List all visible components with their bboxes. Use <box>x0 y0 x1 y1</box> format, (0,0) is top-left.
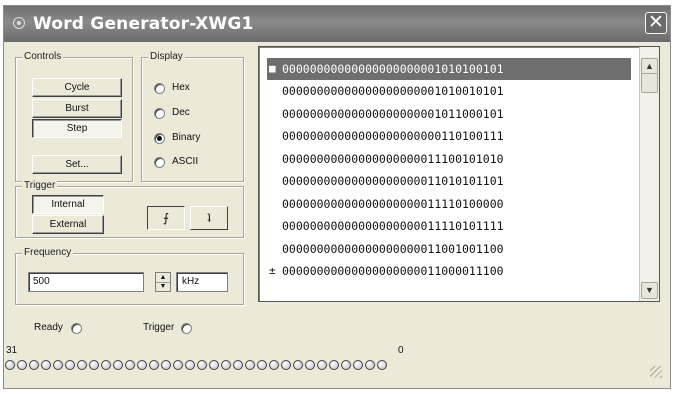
word-value: 00000000000000000000001010010101 <box>282 84 504 98</box>
radio-button[interactable] <box>154 83 165 94</box>
bit-led <box>113 360 123 370</box>
word-list[interactable]: ■ 00000000000000000000001010100101 00000… <box>258 46 660 302</box>
word-value: 00000000000000000000011000011100 <box>282 264 504 278</box>
bit-led <box>41 360 51 370</box>
bit-led <box>197 360 207 370</box>
internal-trigger-button[interactable]: Internal <box>32 195 104 214</box>
word-row[interactable]: 00000000000000000000001011000101 <box>267 103 631 125</box>
bit-led <box>185 360 195 370</box>
word-value: 00000000000000000000011100101010 <box>282 152 504 166</box>
window-title: Word Generator-XWG1 <box>33 14 254 34</box>
bit-led <box>293 360 303 370</box>
word-row[interactable]: 00000000000000000000011100101010 <box>267 148 631 170</box>
word-value: 00000000000000000000011110101111 <box>282 219 504 233</box>
word-value: 00000000000000000000001010100101 <box>282 62 504 76</box>
bit-led <box>245 360 255 370</box>
display-group-label: Display <box>148 51 185 62</box>
display-option-label: Binary <box>172 132 201 143</box>
word-value: 00000000000000000000000110100111 <box>282 129 504 143</box>
bit-led <box>353 360 363 370</box>
bit-led-row <box>5 360 389 371</box>
radio-button[interactable] <box>154 133 165 144</box>
bit-led <box>317 360 327 370</box>
bit-led <box>149 360 159 370</box>
title-bar[interactable]: Word Generator-XWG1 ✕ <box>4 6 670 42</box>
display-option-label: Hex <box>172 82 190 93</box>
bit-led <box>377 360 387 370</box>
app-icon <box>13 17 25 29</box>
external-trigger-button[interactable]: External <box>32 215 104 234</box>
trigger-group-label: Trigger <box>22 180 58 191</box>
spin-down-icon[interactable]: ▼ <box>156 282 170 291</box>
ready-indicator <box>71 323 82 334</box>
word-value: 00000000000000000000001011000101 <box>282 107 504 121</box>
bit-led <box>5 360 15 370</box>
bit-led <box>209 360 219 370</box>
scroll-down-icon[interactable]: ▼ <box>641 282 658 299</box>
frequency-spinner[interactable]: ▲ ▼ <box>155 272 171 292</box>
bit-led <box>305 360 315 370</box>
frequency-input[interactable]: 500 <box>28 272 144 292</box>
word-value: 00000000000000000000011010101101 <box>282 174 504 188</box>
word-row[interactable]: 00000000000000000000011110101111 <box>267 215 631 237</box>
rising-edge-button[interactable]: ⨍ <box>147 206 185 230</box>
radio-button[interactable] <box>154 108 165 119</box>
bit-led <box>17 360 27 370</box>
word-row[interactable]: 00000000000000000000011001001100 <box>267 238 631 260</box>
bit-led <box>65 360 75 370</box>
bit-led <box>29 360 39 370</box>
falling-edge-button[interactable]: ʇ <box>190 206 228 230</box>
bit-led <box>341 360 351 370</box>
cycle-button[interactable]: Cycle <box>32 78 122 97</box>
msb-label: 31 <box>6 345 18 356</box>
word-value: 00000000000000000000011110100000 <box>282 197 504 211</box>
bit-led <box>329 360 339 370</box>
final-marker-icon: ± <box>269 264 276 277</box>
word-row[interactable]: ■ 00000000000000000000001010100101 <box>267 58 631 80</box>
set-button[interactable]: Set... <box>32 155 122 174</box>
bit-led <box>53 360 63 370</box>
ready-label: Ready <box>34 322 63 333</box>
trigger-status-label: Trigger <box>143 322 175 333</box>
word-row[interactable]: 00000000000000000000011110100000 <box>267 193 631 215</box>
lsb-label: 0 <box>398 345 404 356</box>
bit-led <box>281 360 291 370</box>
word-row[interactable]: ± 00000000000000000000011000011100 <box>267 260 631 282</box>
controls-group-label: Controls <box>22 51 64 62</box>
word-value: 00000000000000000000011001001100 <box>282 242 504 256</box>
bit-led <box>173 360 183 370</box>
bit-led <box>257 360 267 370</box>
word-row[interactable]: 00000000000000000000000110100111 <box>267 125 631 147</box>
display-option-label: Dec <box>172 107 190 118</box>
trigger-indicator <box>181 323 192 334</box>
step-button[interactable]: Step <box>32 119 122 138</box>
bit-led <box>101 360 111 370</box>
bit-led <box>137 360 147 370</box>
bit-led <box>221 360 231 370</box>
rising-edge-icon: ⨍ <box>162 211 170 225</box>
bit-led <box>233 360 243 370</box>
word-row[interactable]: 00000000000000000000011010101101 <box>267 170 631 192</box>
bit-led <box>161 360 171 370</box>
initial-marker-icon: ■ <box>269 62 276 75</box>
bit-led <box>125 360 135 370</box>
bit-led <box>269 360 279 370</box>
bit-led <box>365 360 375 370</box>
word-row[interactable]: 00000000000000000000001010010101 <box>267 80 631 102</box>
radio-button[interactable] <box>154 157 165 168</box>
display-option-label: ASCII <box>172 156 199 167</box>
resize-grip-icon[interactable] <box>650 366 662 378</box>
frequency-unit-select[interactable]: kHz <box>176 272 228 292</box>
close-button[interactable]: ✕ <box>645 12 667 34</box>
vertical-scrollbar[interactable]: ▲ ▼ <box>639 47 659 301</box>
bit-led <box>77 360 87 370</box>
scroll-thumb[interactable] <box>641 73 658 93</box>
bit-led <box>89 360 99 370</box>
frequency-group-label: Frequency <box>22 247 74 258</box>
falling-edge-icon: ʇ <box>207 211 211 225</box>
burst-button[interactable]: Burst <box>32 99 122 118</box>
